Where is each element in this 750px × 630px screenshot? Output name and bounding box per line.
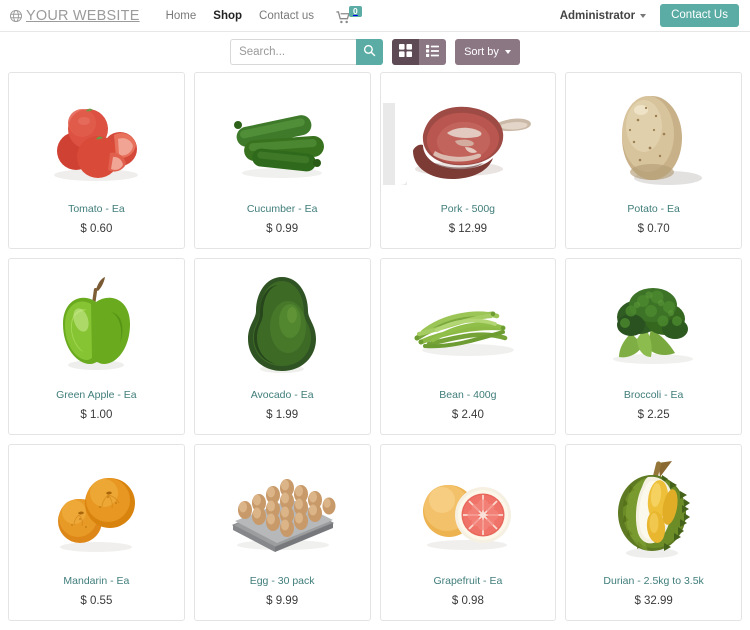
globe-icon — [9, 9, 23, 23]
product-price: $ 9.99 — [266, 595, 299, 607]
search-button[interactable] — [356, 39, 384, 65]
product-card[interactable]: Durian - 2.5kg to 3.5k $ 32.99 — [565, 444, 742, 621]
user-menu-label: Administrator — [559, 9, 636, 22]
avocado-image — [195, 259, 370, 389]
product-name[interactable]: Avocado - Ea — [195, 389, 370, 401]
grid-view-button[interactable] — [392, 39, 420, 65]
product-card[interactable]: Mandarin - Ea $ 0.55 — [8, 444, 185, 621]
list-icon — [426, 44, 440, 60]
sort-by-label: Sort by — [464, 46, 499, 58]
product-card[interactable]: Bean - 400g $ 2.40 — [379, 258, 557, 435]
product-name[interactable]: Cucumber - Ea — [195, 203, 370, 215]
potato-image — [566, 73, 741, 203]
search-icon — [363, 44, 376, 60]
durian-image — [566, 445, 741, 575]
tomato-image — [9, 73, 184, 203]
product-card[interactable]: Pork - 500g $ 12.99 — [379, 72, 557, 249]
cart-button[interactable]: 0 — [336, 5, 362, 24]
site-logo[interactable]: YOUR WEBSITE — [9, 8, 140, 24]
green-apple-image — [9, 259, 184, 389]
product-price: $ 32.99 — [634, 595, 673, 607]
product-name[interactable]: Mandarin - Ea — [9, 575, 184, 587]
product-name[interactable]: Durian - 2.5kg to 3.5k — [566, 575, 741, 587]
product-price: $ 1.99 — [266, 409, 299, 421]
broccoli-image — [566, 259, 741, 389]
cucumber-image — [195, 73, 370, 203]
product-price: $ 2.40 — [451, 409, 484, 421]
product-name[interactable]: Broccoli - Ea — [566, 389, 741, 401]
grid-icon — [399, 44, 413, 60]
product-price: $ 1.00 — [80, 409, 113, 421]
product-price: $ 0.98 — [451, 595, 484, 607]
mandarin-image — [9, 445, 184, 575]
chevron-down-icon — [640, 13, 647, 18]
product-price: $ 0.70 — [637, 223, 670, 235]
product-name[interactable]: Egg - 30 pack — [195, 575, 370, 587]
grapefruit-image — [381, 445, 556, 575]
product-card[interactable]: Cucumber - Ea $ 0.99 — [193, 72, 371, 249]
product-card[interactable]: Egg - 30 pack $ 9.99 — [193, 444, 371, 621]
product-card[interactable]: Avocado - Ea $ 1.99 — [193, 258, 371, 435]
search-group — [230, 39, 384, 65]
top-navbar: YOUR WEBSITE Home Shop Contact us 0 Admi… — [0, 0, 750, 32]
egg-tray-image — [195, 445, 370, 575]
shop-toolbar: Sort by — [0, 32, 750, 72]
list-view-button[interactable] — [419, 39, 447, 65]
view-toggle-group — [392, 39, 447, 65]
pork-image — [381, 73, 556, 203]
cart-count-badge: 0 — [349, 5, 362, 17]
product-price: $ 2.25 — [637, 409, 670, 421]
nav-item-home[interactable]: Home — [166, 10, 197, 22]
product-price: $ 0.99 — [266, 223, 299, 235]
product-name[interactable]: Tomato - Ea — [9, 203, 184, 215]
product-card[interactable]: Broccoli - Ea $ 2.25 — [565, 258, 742, 435]
product-price: $ 12.99 — [448, 223, 488, 235]
bean-image — [381, 259, 556, 389]
nav-item-shop[interactable]: Shop — [213, 10, 242, 22]
main-nav: Home Shop Contact us — [166, 10, 314, 22]
product-price: $ 0.55 — [80, 595, 113, 607]
search-input[interactable] — [230, 39, 357, 65]
product-price: $ 0.60 — [80, 223, 113, 235]
user-menu-administrator[interactable]: Administrator — [559, 9, 647, 22]
product-name[interactable]: Potato - Ea — [566, 203, 741, 215]
navbar-right-group: Administrator Contact Us — [560, 4, 741, 27]
product-name[interactable]: Bean - 400g — [381, 389, 556, 401]
product-card[interactable]: Tomato - Ea $ 0.60 — [8, 72, 185, 249]
product-card[interactable]: Green Apple - Ea $ 1.00 — [8, 258, 185, 435]
product-card[interactable]: Grapefruit - Ea $ 0.98 — [379, 444, 557, 621]
product-name[interactable]: Green Apple - Ea — [9, 389, 184, 401]
sort-by-dropdown[interactable]: Sort by — [455, 39, 520, 65]
product-card[interactable]: Potato - Ea $ 0.70 — [565, 72, 742, 249]
product-name[interactable]: Grapefruit - Ea — [381, 575, 556, 587]
product-name[interactable]: Pork - 500g — [381, 203, 556, 215]
product-grid: Tomato - Ea $ 0.60 Cucumber - Ea $ 0.99 … — [0, 72, 750, 621]
chevron-down-icon — [504, 50, 511, 54]
contact-us-button[interactable]: Contact Us — [660, 4, 739, 27]
brand-name: YOUR WEBSITE — [26, 7, 140, 24]
nav-item-contact-us[interactable]: Contact us — [259, 10, 314, 22]
